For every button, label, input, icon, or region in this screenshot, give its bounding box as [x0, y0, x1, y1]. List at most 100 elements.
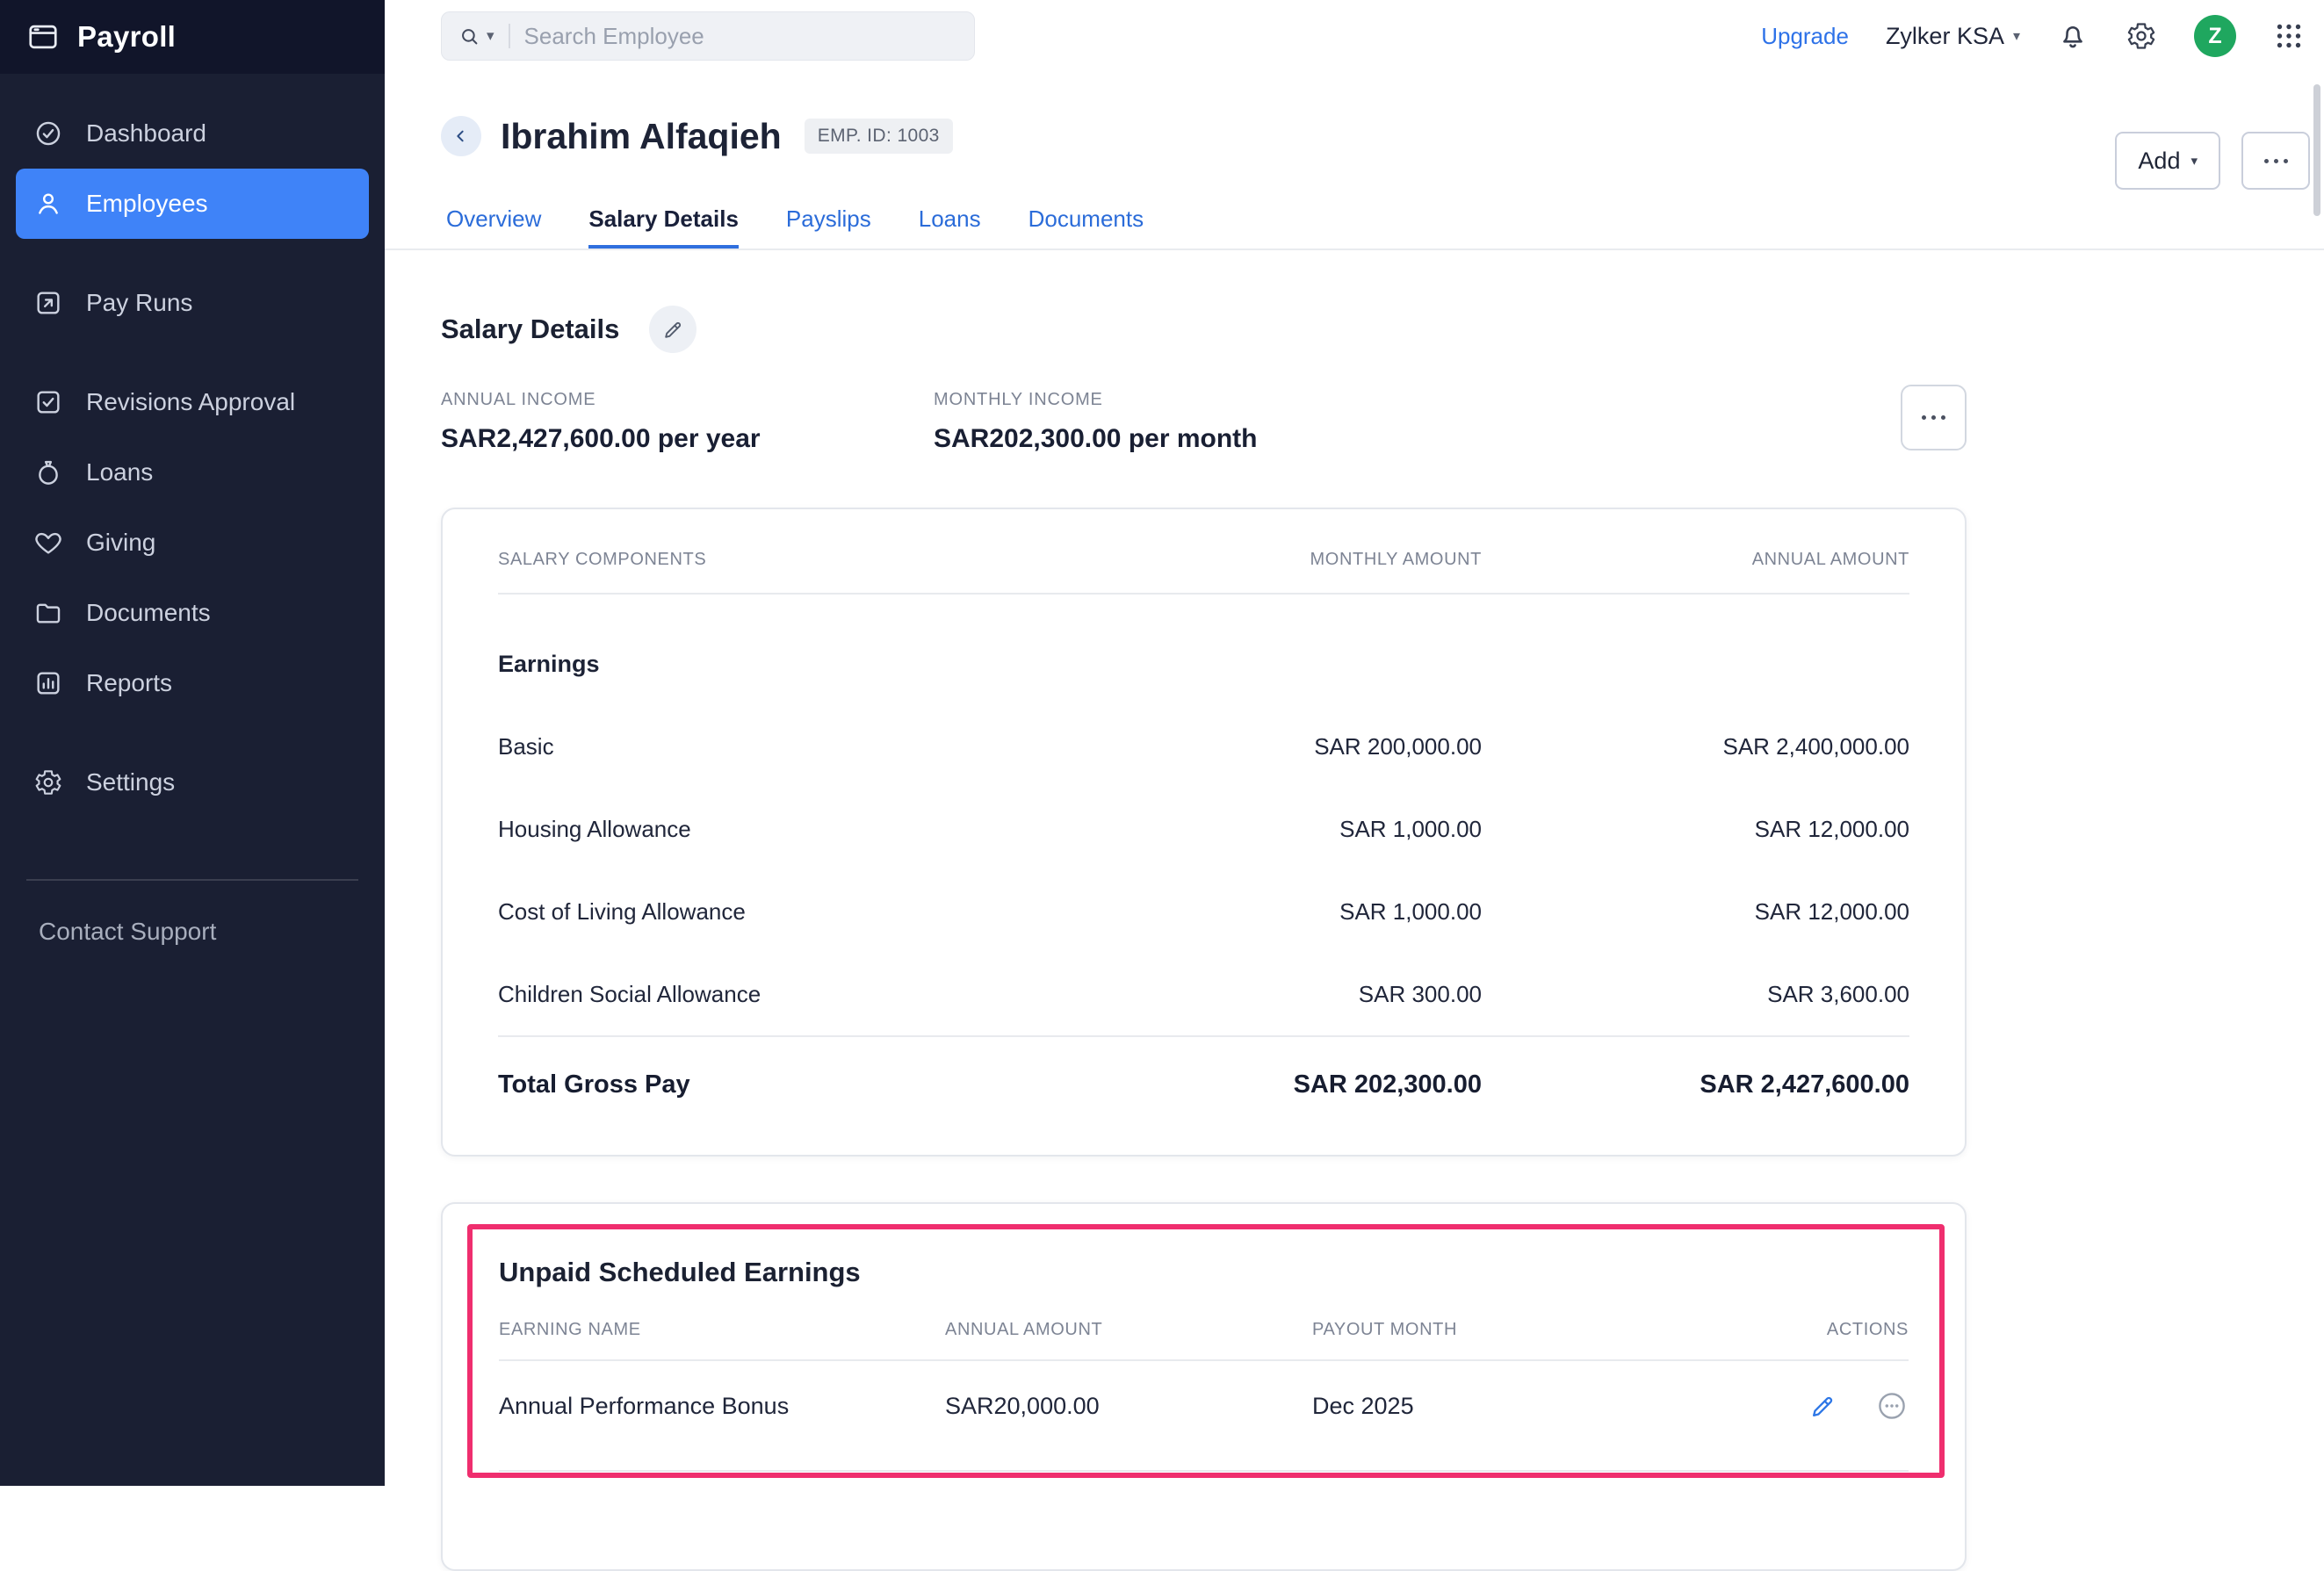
pay-runs-icon	[33, 288, 63, 318]
more-icon	[1922, 415, 1945, 420]
more-icon	[2263, 158, 2288, 163]
sidebar-item-settings[interactable]: Settings	[0, 747, 385, 818]
annual-income-block: ANNUAL INCOME SAR2,427,600.00 per year	[441, 390, 934, 454]
column-header: PAYOUT MONTH	[1312, 1320, 1457, 1339]
column-header: ANNUAL AMOUNT	[945, 1320, 1103, 1339]
search-input[interactable]	[523, 22, 958, 50]
payroll-logo-icon	[26, 20, 60, 54]
table-row: Housing Allowance SAR 1,000.00 SAR 12,00…	[498, 815, 1909, 842]
unpaid-earnings-table-header: EARNING NAME ANNUAL AMOUNT PAYOUT MONTH …	[443, 1320, 1965, 1340]
column-header: EARNING NAME	[499, 1320, 641, 1339]
column-header: MONTHLY AMOUNT	[1310, 550, 1482, 569]
sidebar-item-label: Employees	[86, 190, 208, 217]
sidebar-item-label: Pay Runs	[86, 289, 193, 316]
annual-income-label: ANNUAL INCOME	[441, 390, 596, 409]
total-gross-pay-row: Total Gross Pay SAR 202,300.00 SAR 2,427…	[498, 1070, 1909, 1099]
table-row: Annual Performance Bonus SAR20,000.00 De…	[443, 1361, 1965, 1451]
revisions-approval-icon	[33, 387, 63, 417]
loans-icon	[33, 458, 63, 487]
table-row: Cost of Living Allowance SAR 1,000.00 SA…	[498, 897, 1909, 925]
employee-search[interactable]: ▾	[441, 11, 975, 61]
unpaid-earnings-title: Unpaid Scheduled Earnings	[499, 1257, 861, 1287]
earnings-group-label: Earnings	[498, 651, 600, 677]
sidebar-item-employees[interactable]: Employees	[16, 169, 369, 239]
tab-loans[interactable]: Loans	[919, 193, 981, 249]
employee-tabs: Overview Salary Details Payslips Loans D…	[446, 193, 1144, 249]
add-button[interactable]: Add ▾	[2115, 132, 2220, 190]
sidebar-item-label: Loans	[86, 458, 154, 486]
search-divider	[508, 24, 510, 48]
org-name: Zylker KSA	[1885, 22, 2004, 49]
sidebar-item-reports[interactable]: Reports	[0, 648, 385, 718]
salary-section-header: Salary Details	[441, 306, 697, 353]
annual-income-value: SAR2,427,600.00 per year	[441, 424, 761, 453]
section-title: Salary Details	[441, 313, 620, 344]
income-summary: ANNUAL INCOME SAR2,427,600.00 per year M…	[441, 390, 1257, 454]
tab-overview[interactable]: Overview	[446, 193, 541, 249]
emp-id-badge: EMP. ID: 1003	[804, 119, 953, 154]
sidebar-item-label: Giving	[86, 529, 156, 556]
monthly-income-value: SAR202,300.00 per month	[934, 424, 1258, 453]
table-divider	[498, 593, 1909, 595]
edit-salary-button[interactable]	[649, 306, 697, 353]
giving-heart-icon	[33, 528, 63, 558]
sidebar-item-revisions-approval[interactable]: Revisions Approval	[0, 367, 385, 437]
apps-grid-icon[interactable]	[2273, 20, 2305, 52]
org-selector[interactable]: Zylker KSA ▾	[1886, 23, 2020, 50]
user-avatar[interactable]: Z	[2194, 15, 2236, 57]
edit-pencil-icon[interactable]	[1809, 1393, 1837, 1420]
monthly-income-label: MONTHLY INCOME	[934, 390, 1103, 409]
sidebar-item-dashboard[interactable]: Dashboard	[0, 98, 385, 169]
sidebar-item-label: Reports	[86, 669, 173, 696]
sidebar-item-giving[interactable]: Giving	[0, 508, 385, 578]
tab-documents[interactable]: Documents	[1028, 193, 1144, 249]
salary-more-button[interactable]	[1901, 385, 1967, 450]
page-title: Ibrahim Alfaqieh	[501, 115, 782, 156]
reports-chart-icon	[33, 668, 63, 698]
gear-icon[interactable]	[2126, 20, 2157, 52]
chevron-down-icon: ▾	[2012, 29, 2020, 44]
contact-support-link[interactable]: Contact Support	[39, 918, 385, 946]
topbar-right: Upgrade Zylker KSA ▾ Z	[1761, 15, 2305, 57]
tabs-divider	[385, 249, 2324, 250]
settings-gear-icon	[33, 767, 63, 797]
sidebar-item-label: Documents	[86, 599, 211, 626]
sidebar-nav: Dashboard Employees Pay Runs Revisions A…	[0, 74, 385, 818]
sidebar-item-documents[interactable]: Documents	[0, 578, 385, 648]
components-rows: Basic SAR 200,000.00 SAR 2,400,000.00 Ho…	[443, 705, 1965, 1035]
back-button[interactable]	[441, 116, 481, 156]
sidebar: Payroll Dashboard Employees Pay Runs Rev…	[0, 0, 385, 1486]
chevron-down-icon: ▾	[2190, 154, 2198, 169]
more-options-icon[interactable]	[1875, 1389, 1909, 1423]
search-scope-caret-icon[interactable]: ▾	[487, 27, 494, 45]
column-header: ACTIONS	[1826, 1320, 1909, 1339]
app-header: Payroll	[0, 0, 385, 74]
column-header: SALARY COMPONENTS	[498, 550, 707, 569]
table-divider	[499, 1470, 1909, 1472]
sidebar-divider	[26, 879, 358, 881]
sidebar-item-loans[interactable]: Loans	[0, 437, 385, 508]
tab-salary-details[interactable]: Salary Details	[588, 193, 739, 249]
sidebar-item-label: Dashboard	[86, 119, 206, 147]
page-header: Ibrahim Alfaqieh EMP. ID: 1003 Add ▾	[441, 104, 2310, 190]
table-row: Basic SAR 200,000.00 SAR 2,400,000.00	[498, 732, 1909, 760]
notifications-bell-icon[interactable]	[2057, 20, 2089, 52]
documents-folder-icon	[33, 598, 63, 628]
dashboard-icon	[33, 119, 63, 148]
components-table-header: SALARY COMPONENTS MONTHLY AMOUNT ANNUAL …	[443, 509, 1965, 593]
monthly-income-block: MONTHLY INCOME SAR202,300.00 per month	[934, 390, 1257, 454]
column-header: ANNUAL AMOUNT	[1751, 550, 1909, 569]
header-more-button[interactable]	[2241, 132, 2310, 190]
salary-components-card: SALARY COMPONENTS MONTHLY AMOUNT ANNUAL …	[441, 508, 1967, 1157]
upgrade-link[interactable]: Upgrade	[1761, 23, 1849, 50]
search-icon[interactable]	[458, 25, 481, 48]
table-row: Children Social Allowance SAR 300.00 SAR…	[498, 980, 1909, 1007]
employees-icon	[33, 189, 63, 219]
sidebar-item-label: Revisions Approval	[86, 388, 296, 415]
unpaid-scheduled-earnings-card: Unpaid Scheduled Earnings EARNING NAME A…	[441, 1202, 1967, 1571]
scrollbar-thumb[interactable]	[2313, 84, 2320, 216]
header-actions: Add ▾	[2115, 132, 2310, 190]
sidebar-item-pay-runs[interactable]: Pay Runs	[0, 268, 385, 338]
tab-payslips[interactable]: Payslips	[786, 193, 871, 249]
app-title: Payroll	[77, 20, 177, 53]
